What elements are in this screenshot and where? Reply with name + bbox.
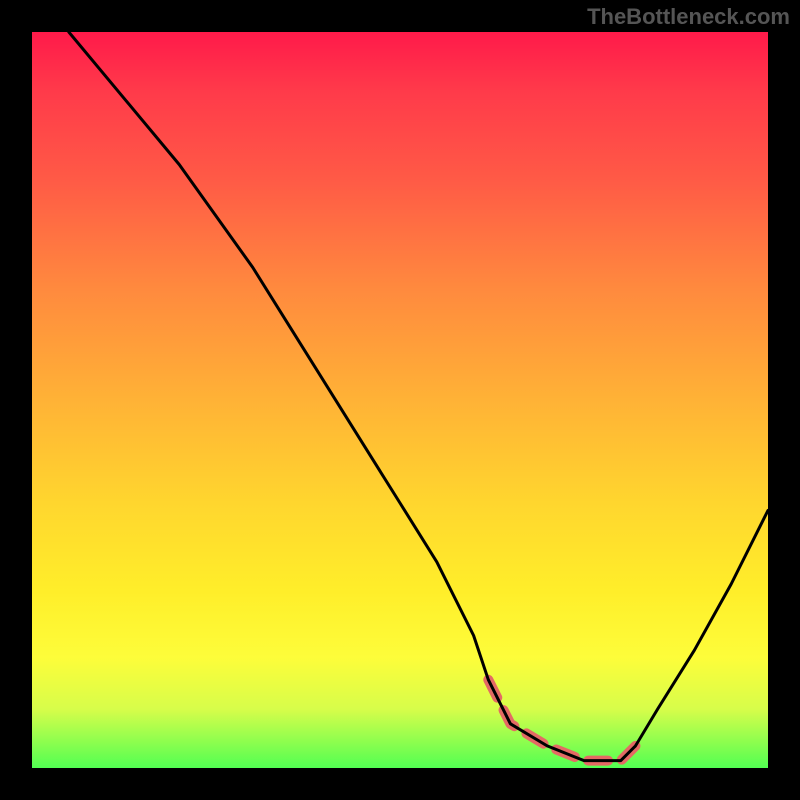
highlight-segment — [488, 680, 635, 761]
bottleneck-curve — [69, 32, 768, 761]
chart-frame: TheBottleneck.com — [0, 0, 800, 800]
attribution-text: TheBottleneck.com — [587, 4, 790, 30]
plot-area — [32, 32, 768, 768]
curve-layer — [32, 32, 768, 768]
